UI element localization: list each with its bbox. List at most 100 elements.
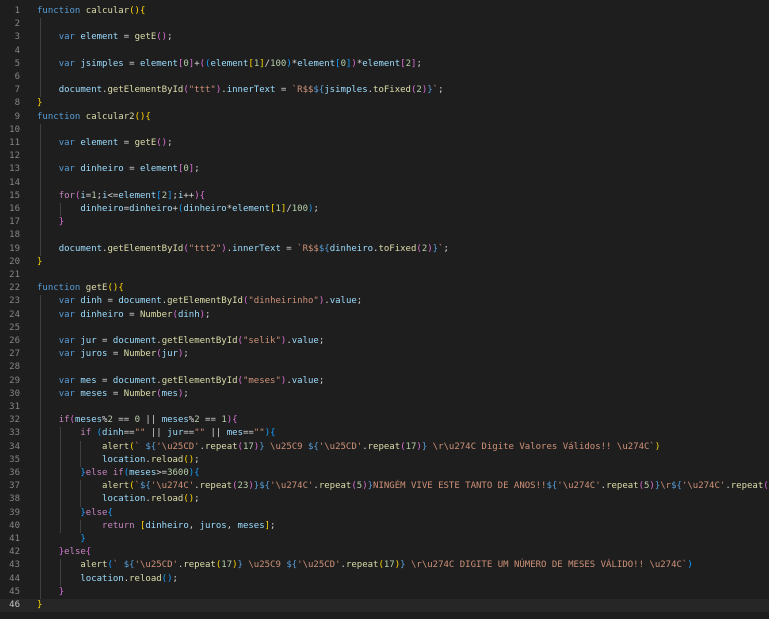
- code-line[interactable]: 1 function calcular(){: [0, 5, 769, 18]
- code-line[interactable]: 35 location.reload();: [0, 454, 769, 467]
- line-number: 27: [9, 349, 20, 360]
- code-line[interactable]: 16 dinheiro=dinheiro+(dinheiro*element[1…: [0, 203, 769, 216]
- code-line[interactable]: 32 if(meses%2 == 0 || meses%2 == 1){: [0, 414, 769, 427]
- code-line[interactable]: 33 if (dinh=="" || jur=="" || mes==""){: [0, 427, 769, 440]
- code-token: \r\u274C Digite Valores Válidos!! \u274C…: [427, 441, 655, 452]
- code-line[interactable]: 8}: [0, 97, 769, 110]
- code-line[interactable]: 9 function calcular2(){: [0, 111, 769, 124]
- code-text: }else{: [37, 546, 92, 559]
- code-line[interactable]: 42 }else{: [0, 546, 769, 559]
- code-token: ;: [313, 204, 319, 214]
- code-token: mes: [161, 388, 178, 399]
- code-text: var dinh = document.getElementById("dinh…: [37, 295, 363, 308]
- code-token: value: [291, 375, 319, 386]
- line-number: 18: [9, 230, 20, 241]
- code-editor[interactable]: 1 function calcular(){2 3 var element = ge…: [0, 0, 769, 619]
- code-line[interactable]: 34 alert(` ${'\u25CD'.repeat(17)} \u25C9…: [0, 441, 769, 454]
- code-token: ${: [123, 560, 135, 571]
- code-token: 100: [270, 58, 287, 69]
- code-line[interactable]: 36 }else if(meses>=3600){: [0, 467, 769, 480]
- code-token: 17: [242, 441, 254, 452]
- code-line[interactable]: 41 }: [0, 533, 769, 546]
- code-token: dinheiro: [80, 164, 124, 175]
- code-token: element: [80, 32, 119, 43]
- code-token: element: [80, 138, 119, 148]
- code-token: ;: [194, 494, 200, 505]
- code-line[interactable]: 18: [0, 229, 769, 242]
- code-line[interactable]: 13 var dinheiro = element[0];: [0, 163, 769, 176]
- indent-guide: [80, 440, 81, 467]
- line-number: 26: [9, 336, 20, 346]
- code-line[interactable]: 2: [0, 18, 769, 31]
- code-line[interactable]: 40 return [dinheiro, juros, meses];: [0, 520, 769, 533]
- code-line[interactable]: 29 var mes = document.getElementById("me…: [0, 375, 769, 388]
- code-line[interactable]: 46}: [0, 599, 769, 612]
- code-token: var: [58, 336, 75, 346]
- code-line[interactable]: 30 var meses = Number(mes);: [0, 388, 769, 401]
- code-line[interactable]: 3 var element = getE();: [0, 31, 769, 44]
- code-token: ;: [205, 309, 211, 320]
- code-token: ,: [226, 520, 238, 531]
- code-line[interactable]: 45 }: [0, 586, 769, 599]
- code-line[interactable]: 22 function getE(){: [0, 282, 769, 295]
- code-token: else: [85, 468, 108, 478]
- code-token: }: [37, 98, 43, 109]
- code-line[interactable]: 10: [0, 124, 769, 137]
- code-token: repeat: [199, 481, 233, 492]
- code-line[interactable]: 27 var juros = Number(jur);: [0, 348, 769, 361]
- code-token: return: [102, 520, 135, 531]
- code-text: }: [37, 533, 85, 546]
- code-line[interactable]: 44 location.reload();: [0, 573, 769, 586]
- code-token: alert: [80, 560, 108, 571]
- code-token: (): [134, 111, 146, 122]
- line-number: 19: [9, 243, 20, 254]
- code-token: =: [123, 309, 140, 320]
- code-token: ${: [318, 243, 330, 254]
- code-line[interactable]: 7 document.getElementById("ttt").innerTe…: [0, 84, 769, 97]
- code-line[interactable]: 17 }: [0, 216, 769, 229]
- code-token: ;: [270, 520, 276, 531]
- code-text: }: [37, 216, 64, 229]
- code-line[interactable]: 24 var dinheiro = Number(dinh);: [0, 309, 769, 322]
- code-line[interactable]: 38 location.reload();: [0, 493, 769, 506]
- code-token: element: [362, 58, 401, 69]
- code-token: toFixed: [378, 243, 417, 254]
- code-token: meses: [80, 388, 108, 399]
- code-token: ==: [183, 428, 195, 439]
- code-line[interactable]: 20}: [0, 256, 769, 269]
- code-token: ${: [259, 481, 271, 492]
- code-token: "selik": [242, 336, 281, 346]
- code-token: reload: [150, 494, 184, 505]
- code-line[interactable]: 39 }else{: [0, 507, 769, 520]
- code-line[interactable]: 28: [0, 361, 769, 374]
- code-line[interactable]: 15 for(i=1;i<=element[2];i++){: [0, 190, 769, 203]
- code-line[interactable]: 31: [0, 401, 769, 414]
- code-line[interactable]: 25: [0, 322, 769, 335]
- code-token: "meses": [242, 375, 281, 386]
- code-line[interactable]: 4: [0, 45, 769, 58]
- code-token: ;: [167, 32, 173, 43]
- code-line[interactable]: 6: [0, 71, 769, 84]
- code-token: ;: [443, 243, 449, 254]
- code-line[interactable]: 11 var element = getE();: [0, 137, 769, 150]
- code-line[interactable]: 5 var jsimples = element[0]+((element[1]…: [0, 58, 769, 71]
- code-line[interactable]: 43 alert(` ${'\u25CD'.repeat(17)} \u25C9…: [0, 559, 769, 572]
- code-token: {: [199, 190, 206, 201]
- code-token: if: [112, 468, 124, 478]
- code-line[interactable]: 37 alert(`${'\u274C'.repeat(23)}${'\u274…: [0, 480, 769, 493]
- code-token: reload: [129, 573, 162, 584]
- code-line[interactable]: 26 var jur = document.getElementById("se…: [0, 335, 769, 348]
- code-line[interactable]: 14: [0, 177, 769, 190]
- code-token: ${: [313, 85, 325, 96]
- line-number: 12: [9, 151, 20, 162]
- code-line[interactable]: 23 var dinh = document.getElementById("d…: [0, 295, 769, 308]
- code-line[interactable]: 21: [0, 269, 769, 282]
- line-number: 35: [9, 454, 20, 465]
- code-line[interactable]: 12: [0, 150, 769, 163]
- line-number: 5: [14, 58, 20, 69]
- code-token: ==: [243, 428, 254, 439]
- code-token: dinheiro: [329, 243, 374, 254]
- code-line[interactable]: 19 document.getElementById("ttt2").inner…: [0, 243, 769, 256]
- code-token: getElementById: [161, 375, 238, 386]
